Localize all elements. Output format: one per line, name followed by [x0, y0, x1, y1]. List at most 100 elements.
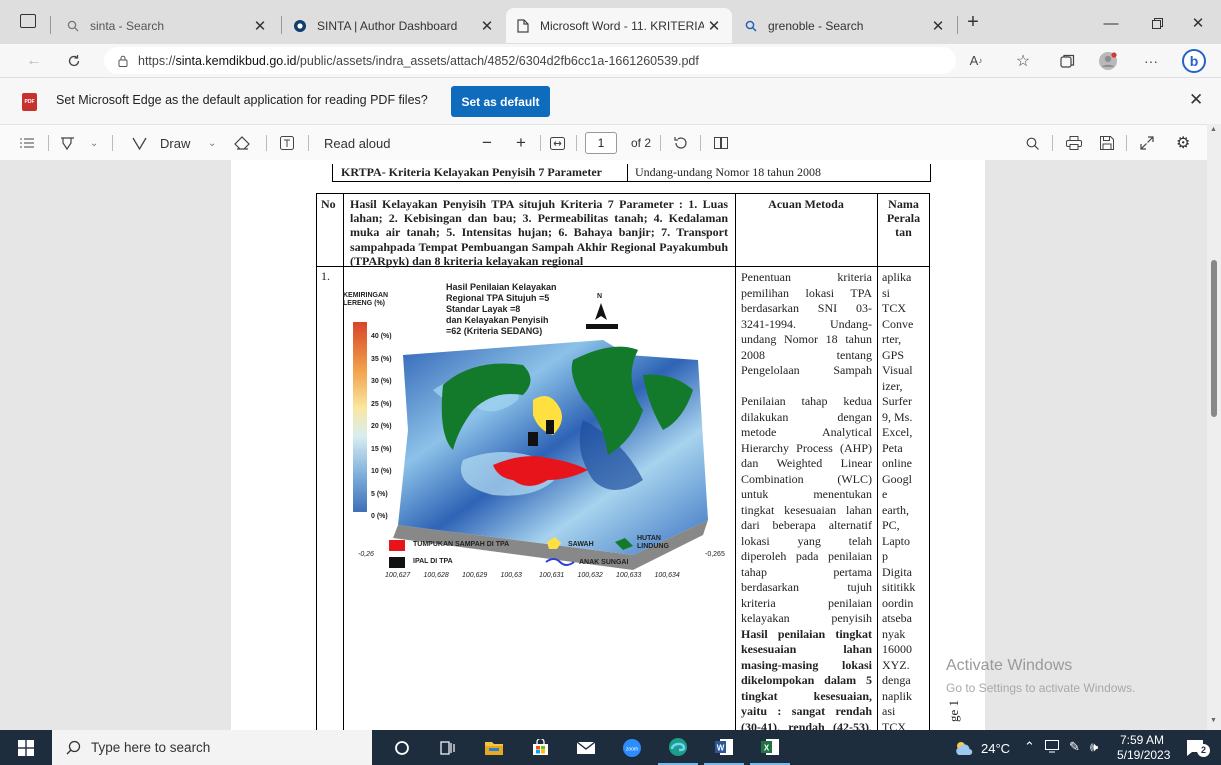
- minimize-icon[interactable]: —: [1088, 8, 1134, 38]
- close-tab-icon[interactable]: ✕: [704, 17, 724, 35]
- tab-sinta-search[interactable]: sinta - Search ✕: [56, 8, 278, 43]
- new-tab-icon[interactable]: +: [962, 12, 984, 34]
- nama-line: si: [882, 285, 891, 300]
- weather-icon[interactable]: [944, 730, 984, 765]
- profile-avatar[interactable]: [1094, 48, 1122, 73]
- nama-line: Peta: [882, 440, 903, 455]
- nama-line: izer,: [882, 378, 903, 393]
- tab-sinta-author-dashboard[interactable]: SINTA | Author Dashboard ✕: [283, 8, 505, 43]
- edge-icon[interactable]: [658, 730, 698, 765]
- side-label-left: -0,26: [358, 551, 374, 558]
- vertical-scrollbar[interactable]: ▲ ▼: [1207, 124, 1221, 730]
- scrollbar-thumb[interactable]: [1211, 260, 1217, 417]
- page-number-input[interactable]: 1: [585, 132, 617, 154]
- highlight-dropdown-icon[interactable]: ⌄: [90, 125, 98, 161]
- fit-to-page-icon[interactable]: [550, 125, 565, 161]
- close-tab-icon[interactable]: ✕: [250, 17, 270, 35]
- read-aloud-address-icon[interactable]: A ♪: [962, 48, 990, 73]
- search-placeholder: Type here to search: [91, 740, 211, 755]
- contents-icon[interactable]: [20, 125, 34, 161]
- task-view-icon[interactable]: [428, 730, 468, 765]
- back-icon[interactable]: ←: [20, 48, 48, 73]
- suitability-map-figure: Hasil Penilaian Kelayakan Regional TPA Si…: [343, 280, 738, 580]
- rotate-icon[interactable]: [674, 125, 688, 161]
- draw-button[interactable]: Draw: [160, 125, 190, 161]
- pen-icon[interactable]: ✎: [1069, 739, 1080, 755]
- collections-icon[interactable]: [1053, 48, 1081, 73]
- file-explorer-icon[interactable]: [474, 730, 514, 765]
- erase-icon[interactable]: [234, 125, 250, 161]
- address-bar[interactable]: https://sinta.kemdikbud.go.id/public/ass…: [104, 47, 956, 74]
- pdf-settings-gear-icon[interactable]: ⚙: [1176, 125, 1190, 161]
- draw-icon[interactable]: [132, 125, 147, 161]
- bing-icon[interactable]: b: [1180, 48, 1208, 73]
- show-hidden-icons[interactable]: ⌃: [1024, 739, 1035, 755]
- map-title-line: dan Kelayakan Penyisih: [446, 315, 549, 325]
- zoom-out-button[interactable]: −: [482, 125, 492, 161]
- store-icon[interactable]: [520, 730, 560, 765]
- nama-line: asi: [882, 704, 896, 718]
- legend-tumpukan: TUMPUKAN SAMPAH DI TPA: [413, 541, 510, 548]
- pdf-file-icon: PDF: [22, 93, 37, 111]
- print-icon[interactable]: [1066, 125, 1082, 161]
- tab-grenoble-search[interactable]: grenoble - Search ✕: [734, 8, 956, 43]
- text-box-icon[interactable]: [280, 125, 294, 161]
- temperature[interactable]: 24°C: [981, 741, 1010, 756]
- favorites-star-icon[interactable]: ☆: [1009, 48, 1037, 73]
- svg-text:X: X: [764, 743, 770, 752]
- acuan-line: diperoleh pada penilaian: [741, 549, 872, 563]
- close-window-icon[interactable]: ✕: [1175, 8, 1221, 38]
- acuan-line: 2008 tentang: [741, 347, 872, 362]
- acuan-line: tingkat kesesuaian lahan: [741, 502, 872, 517]
- restore-icon[interactable]: [1134, 8, 1180, 38]
- mail-icon[interactable]: [566, 730, 606, 765]
- zoom-in-button[interactable]: +: [516, 125, 526, 161]
- close-tab-icon[interactable]: ✕: [477, 17, 497, 35]
- infobar-message: Set Microsoft Edge as the default applic…: [56, 93, 428, 107]
- save-icon[interactable]: [1100, 125, 1114, 161]
- acuan-line: pemilihan lokasi TPA: [741, 285, 872, 300]
- windows-start-icon[interactable]: [6, 730, 46, 765]
- scroll-up-icon[interactable]: ▲: [1210, 126, 1217, 133]
- read-aloud-button[interactable]: Read aloud: [324, 125, 391, 161]
- word-icon[interactable]: W: [704, 730, 744, 765]
- scale-label: 35 (%): [371, 355, 392, 363]
- tab-microsoft-word-pdf[interactable]: Microsoft Word - 11. KRITERIA KE ✕: [506, 8, 732, 43]
- lock-icon[interactable]: [118, 55, 128, 67]
- col-acuan-header: Acuan Metoda: [768, 197, 844, 211]
- refresh-icon[interactable]: [60, 48, 88, 73]
- nama-line: p: [882, 549, 888, 563]
- nama-line: denga: [882, 673, 911, 687]
- nama-line: oordin: [882, 595, 914, 610]
- highlight-icon[interactable]: [60, 125, 75, 161]
- acuan-line: kelayakan penyisih: [741, 611, 872, 625]
- acuan-metoda-text: Penentuan kriteria pemilihan lokasi TPA ber…: [741, 270, 872, 730]
- excel-icon[interactable]: X: [750, 730, 790, 765]
- page-view-icon[interactable]: [714, 125, 728, 161]
- more-options-icon[interactable]: ···: [1137, 48, 1165, 73]
- close-infobar-icon[interactable]: ✕: [1189, 90, 1203, 110]
- zoom-icon[interactable]: zoom: [612, 730, 652, 765]
- network-icon[interactable]: [1045, 740, 1061, 753]
- set-as-default-button[interactable]: Set as default: [451, 86, 550, 117]
- acuan-line: metode Analytical: [741, 425, 872, 439]
- expand-icon[interactable]: [1140, 125, 1154, 161]
- acuan-bold-line: tingkat kesesuaian,: [741, 688, 872, 703]
- scale-label: 10 (%): [371, 468, 392, 475]
- map-title-line: =62 (Kriteria SEDANG): [446, 326, 543, 336]
- cortana-icon[interactable]: [382, 730, 422, 765]
- taskbar-search-box[interactable]: Type here to search: [52, 730, 372, 765]
- find-icon[interactable]: [1026, 125, 1039, 161]
- close-tab-icon[interactable]: ✕: [928, 17, 948, 35]
- notifications-icon[interactable]: 2: [1176, 730, 1216, 765]
- search-icon: [66, 740, 81, 755]
- acuan-line: 3241-1994. Undang-: [741, 316, 872, 331]
- clock-time[interactable]: 7:59 AM: [1120, 733, 1164, 747]
- volume-icon[interactable]: 🕪: [1090, 739, 1098, 755]
- acuan-bold-line: yaitu : sangat rendah: [741, 704, 872, 718]
- scroll-down-icon[interactable]: ▼: [1210, 717, 1217, 724]
- tab-actions-icon[interactable]: [20, 14, 36, 28]
- clock-date[interactable]: 5/19/2023: [1117, 748, 1170, 762]
- row-number: 1.: [321, 269, 330, 283]
- draw-dropdown-icon[interactable]: ⌄: [208, 125, 216, 161]
